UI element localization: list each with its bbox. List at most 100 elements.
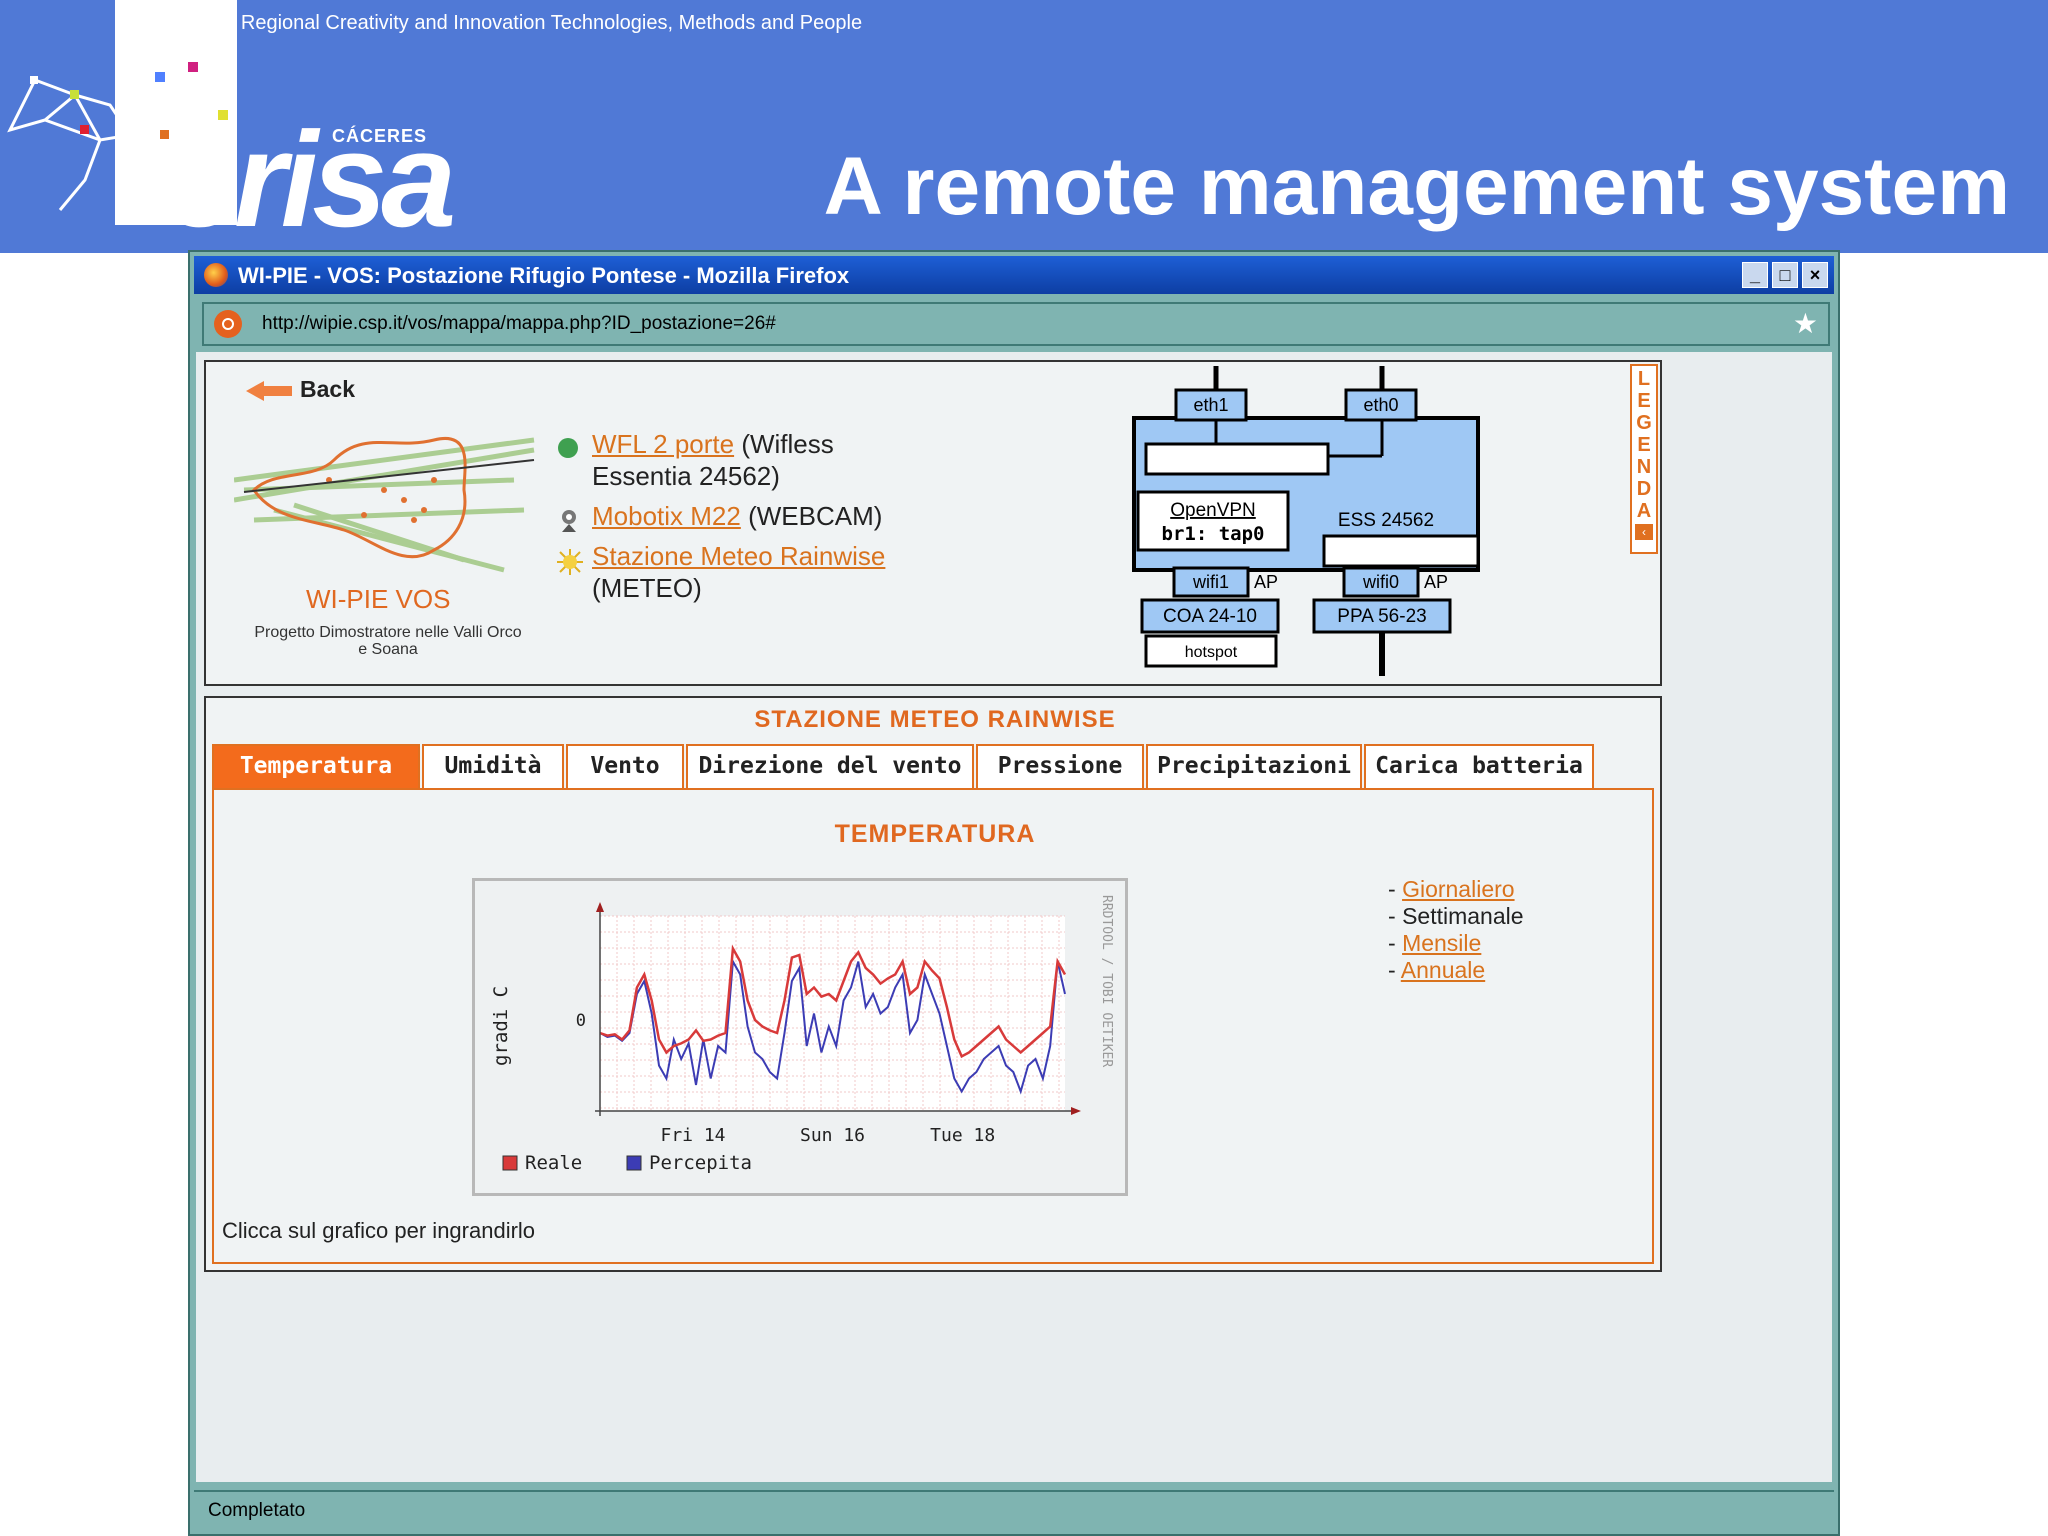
legenda-label: L E G E N D A (1632, 368, 1656, 522)
tab-umidita[interactable]: Umidità (422, 744, 564, 788)
window-titlebar[interactable]: WI-PIE - VOS: Postazione Rifugio Pontese… (194, 256, 1834, 294)
device-detail-meteo: (METEO) (592, 573, 702, 603)
legenda-letter: D (1636, 478, 1652, 500)
temperature-heading: TEMPERATURA (834, 820, 1036, 848)
period-link-mensile[interactable]: Mensile (1402, 930, 1481, 956)
rrdtool-watermark: RRDTOOL / TOBI OETIKER (1099, 895, 1114, 1067)
tab-pressione[interactable]: Pressione (976, 744, 1144, 788)
hotspot-label: hotspot (1185, 644, 1238, 661)
slide-title: A remote management system (823, 141, 2010, 232)
tab-direzione-vento[interactable]: Direzione del vento (686, 744, 974, 788)
bridge-bar (1144, 442, 1330, 476)
bridge-label: br1: tap0 (1162, 523, 1265, 545)
chart-grid (599, 915, 1065, 1111)
maximize-button[interactable]: □ (1772, 262, 1798, 288)
period-link-annuale[interactable]: Annuale (1401, 957, 1485, 983)
legenda-letter: A (1636, 500, 1652, 522)
sun-icon (557, 549, 583, 575)
green-dot-icon (558, 438, 578, 458)
tab-temperatura[interactable]: Temperatura (212, 744, 420, 788)
site-icon (214, 310, 242, 338)
slide-tagline: Fostering Regional Creativity and Innova… (152, 12, 863, 34)
graph-hint: Clicca sul grafico per ingrandirlo (222, 1218, 536, 1243)
url-text[interactable]: http://wipie.csp.it/vos/mappa/mappa.php?… (262, 313, 776, 335)
device-list: WFL 2 porte (Wifless Essentia 24562) Mob… (556, 428, 932, 612)
period-link-giornaliero[interactable]: Giornaliero (1402, 876, 1515, 902)
back-label: Back (300, 376, 355, 402)
device-label: ESS 24562 (1338, 510, 1434, 531)
device-link-wfl[interactable]: WFL 2 porte (592, 429, 734, 459)
legend-swatch (626, 1155, 642, 1171)
ap1-label: AP (1254, 572, 1278, 592)
x-tick-label: Sun 16 (800, 1125, 865, 1146)
x-tick-label: Fri 14 (660, 1125, 725, 1146)
page-content: Back WI-PIE VOS Progetto Dimostratore ne… (196, 352, 1832, 1482)
legenda-letter: E (1637, 390, 1651, 412)
firefox-icon (204, 263, 228, 287)
legend-label: Percepita (649, 1152, 752, 1174)
temperature-chart[interactable]: gradi C RRDTOOL / TOBI OETIKER Fri 14 Sun… (475, 881, 1125, 1193)
eth0-label: eth0 (1363, 395, 1398, 415)
y-axis-arrow-icon (596, 902, 604, 912)
tab-content: TEMPERATURA gradi C RRDTOOL / TOBI OETIK… (212, 788, 1654, 1264)
period-item-settimanale: - Settimanale (1388, 903, 1524, 929)
eth1-label: eth1 (1193, 395, 1228, 415)
window-title: WI-PIE - VOS: Postazione Rifugio Pontese… (238, 263, 850, 288)
plot-area (600, 916, 1065, 1111)
device-item-meteo: Stazione Meteo Rainwise (METEO) (556, 540, 932, 604)
period-item-annuale: - Annuale (1388, 957, 1486, 983)
openvpn-label: OpenVPN (1170, 500, 1256, 521)
slide-header: Fostering Regional Creativity and Innova… (0, 0, 2048, 255)
wifi0-label: wifi0 (1362, 572, 1399, 592)
network-diagram: eth1 eth0 OpenVPN br1: tap0 ESS 24562 wi… (1132, 366, 1480, 676)
x-axis-arrow-icon (1071, 1107, 1081, 1115)
device-item-wfl: WFL 2 porte (Wifless Essentia 24562) (556, 428, 932, 492)
minimize-button[interactable]: _ (1742, 262, 1768, 288)
device-link-webcam[interactable]: Mobotix M22 (592, 501, 741, 531)
meteo-title: STAZIONE METEO RAINWISE (754, 706, 1116, 733)
back-arrow-icon (246, 380, 292, 401)
device-detail-webcam: (WEBCAM) (748, 501, 883, 531)
y-tick-label: 0 (576, 1011, 586, 1031)
ap0-label: AP (1424, 572, 1448, 592)
status-text: Completato (208, 1500, 306, 1521)
coa-label: COA 24-10 (1163, 606, 1257, 627)
period-item-giornaliero: - Giornaliero (1388, 876, 1515, 902)
legend-label: Reale (525, 1152, 582, 1174)
period-item-mensile: - Mensile (1388, 930, 1482, 956)
back-button[interactable]: Back (246, 376, 355, 403)
project-name: WI-PIE VOS (306, 584, 451, 614)
period-list: - Giornaliero - Settimanale - Mensile - … (1388, 876, 1524, 984)
device-link-meteo[interactable]: Stazione Meteo Rainwise (592, 541, 885, 571)
x-tick-label: Tue 18 (930, 1125, 995, 1146)
tab-precipitazioni[interactable]: Precipitazioni (1146, 744, 1362, 788)
close-button[interactable]: × (1802, 262, 1828, 288)
ppa-label: PPA 56-23 (1337, 606, 1426, 627)
legend-swatch (502, 1155, 518, 1171)
device-bar (1322, 534, 1480, 568)
region-map-icon (234, 436, 535, 573)
y-axis-label: gradi C (490, 986, 512, 1066)
status-bar: Completato (194, 1490, 1834, 1532)
chevron-left-icon[interactable]: ‹ (1635, 524, 1653, 540)
browser-window: WI-PIE - VOS: Postazione Rifugio Pontese… (188, 250, 1840, 1536)
legenda-letter: E (1637, 434, 1651, 456)
legenda-letter: N (1636, 456, 1652, 478)
legenda-letter: G (1636, 412, 1652, 434)
bookmark-star-icon[interactable]: ★ (1793, 308, 1818, 340)
chart-legend: Reale Percepita (502, 1152, 752, 1174)
address-bar[interactable]: http://wipie.csp.it/vos/mappa/mappa.php?… (202, 302, 1830, 346)
tab-carica-batteria[interactable]: Carica batteria (1364, 744, 1594, 788)
device-item-webcam: Mobotix M22 (WEBCAM) (556, 500, 932, 532)
period-label-settimanale: Settimanale (1402, 903, 1524, 929)
legenda-panel-toggle[interactable]: L E G E N D A ‹ (1630, 364, 1658, 554)
logo-erisa-text: erisa (165, 104, 456, 255)
legenda-letter: L (1637, 368, 1651, 390)
meteo-panel: STAZIONE METEO RAINWISE Temperatura Umid… (204, 696, 1662, 1272)
project-subtitle: Progetto Dimostratore nelle Valli Orco e… (254, 624, 522, 658)
webcam-icon (562, 510, 576, 532)
wifi1-label: wifi1 (1192, 572, 1229, 592)
tab-vento[interactable]: Vento (566, 744, 684, 788)
temperature-graph[interactable]: gradi C RRDTOOL / TOBI OETIKER Fri 14 Sun… (472, 878, 1128, 1196)
station-panel: Back WI-PIE VOS Progetto Dimostratore ne… (204, 360, 1662, 686)
